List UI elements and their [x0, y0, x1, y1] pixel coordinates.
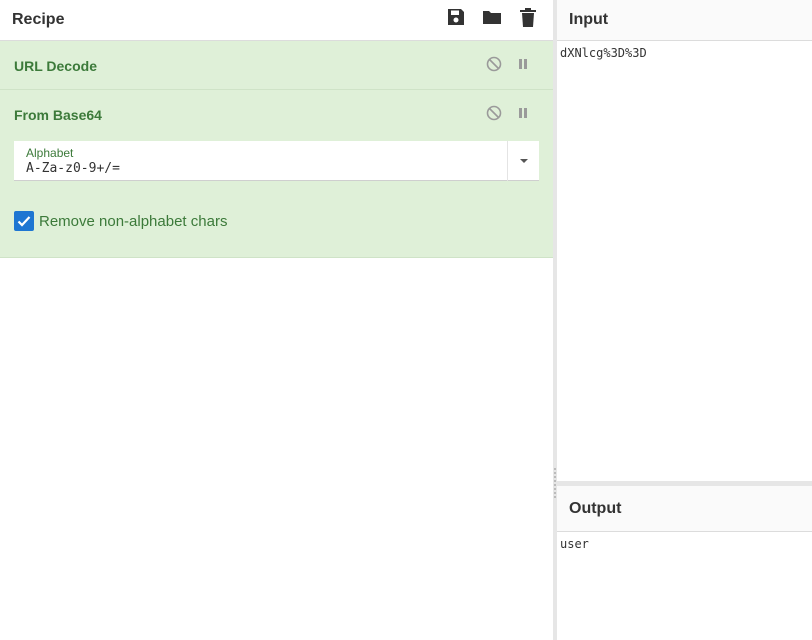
- caret-down-icon: [519, 159, 528, 163]
- folder-icon[interactable]: [481, 6, 503, 28]
- operation-title: From Base64: [14, 107, 102, 123]
- remove-non-alphabet-option[interactable]: Remove non-alphabet chars: [14, 211, 227, 231]
- checkmark-icon: [17, 216, 31, 227]
- output-panel: Output user: [557, 486, 812, 640]
- input-textarea[interactable]: dXNlcg%3D%3D: [557, 41, 812, 65]
- recipe-title: Recipe: [12, 11, 65, 28]
- alphabet-input[interactable]: A-Za-z0-9+/=: [26, 161, 120, 176]
- input-header: Input: [557, 0, 812, 41]
- operation-url-decode[interactable]: URL Decode: [0, 41, 553, 90]
- disable-icon[interactable]: [485, 104, 502, 121]
- trash-icon[interactable]: [517, 6, 539, 28]
- recipe-panel: Recipe URL Decode From Base64 Alphabet A…: [0, 0, 553, 640]
- remove-non-alphabet-label: Remove non-alphabet chars: [39, 212, 228, 230]
- output-header: Output: [557, 486, 812, 532]
- save-icon[interactable]: [445, 6, 467, 28]
- app: Recipe URL Decode From Base64 Alphabet A…: [0, 0, 812, 640]
- disable-icon[interactable]: [485, 55, 502, 72]
- operation-title: URL Decode: [14, 58, 97, 74]
- alphabet-dropdown[interactable]: [507, 141, 539, 181]
- operation-from-base64[interactable]: From Base64 Alphabet A-Za-z0-9+/= Remove…: [0, 90, 553, 258]
- recipe-actions: [445, 6, 539, 28]
- input-title: Input: [569, 11, 609, 28]
- output-title: Output: [569, 499, 622, 517]
- pause-icon[interactable]: [514, 55, 531, 72]
- remove-non-alphabet-checkbox[interactable]: [14, 211, 34, 231]
- operation-controls: [485, 104, 531, 121]
- operation-controls: [485, 55, 531, 72]
- resize-grip[interactable]: [554, 468, 556, 500]
- alphabet-label: Alphabet: [26, 146, 74, 160]
- output-text[interactable]: user: [557, 532, 812, 556]
- recipe-header: Recipe: [0, 0, 553, 41]
- input-panel: Input dXNlcg%3D%3D: [557, 0, 812, 481]
- pause-icon[interactable]: [514, 104, 531, 121]
- alphabet-field[interactable]: Alphabet A-Za-z0-9+/=: [14, 141, 539, 181]
